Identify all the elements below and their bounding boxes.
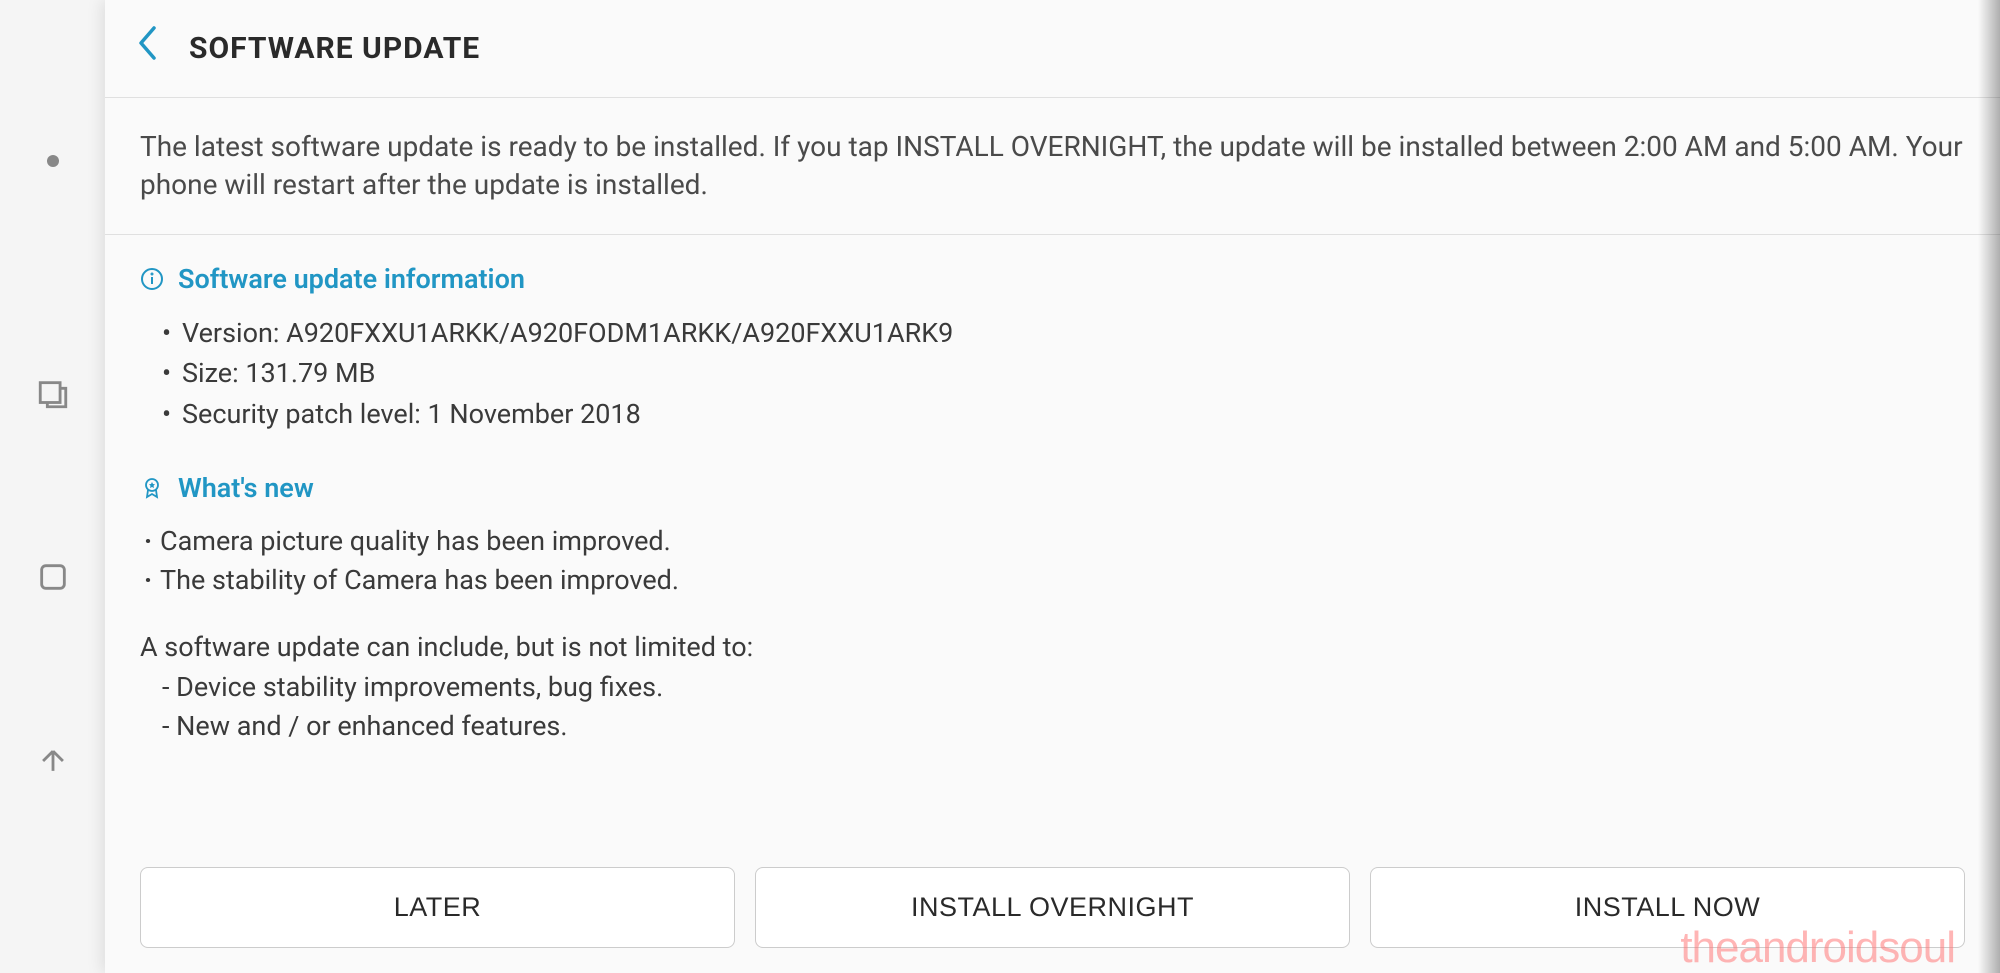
button-row: LATER INSTALL OVERNIGHT INSTALL NOW xyxy=(105,849,2000,973)
nav-back-button[interactable] xyxy=(16,724,90,798)
footnote-lead: A software update can include, but is no… xyxy=(140,628,1965,667)
whatsnew-item: Camera picture quality has been improved… xyxy=(140,522,1965,561)
info-section-header: Software update information xyxy=(140,263,1965,295)
nav-dot-icon xyxy=(47,155,59,167)
info-security: Security patch level: 1 November 2018 xyxy=(162,394,1965,435)
whatsnew-section-header: What's new xyxy=(140,472,1965,504)
header: SOFTWARE UPDATE xyxy=(105,0,2000,98)
info-icon xyxy=(140,267,164,291)
content-area: The latest software update is ready to b… xyxy=(105,98,2000,849)
install-overnight-button[interactable]: INSTALL OVERNIGHT xyxy=(755,867,1350,948)
whatsnew-item: The stability of Camera has been improve… xyxy=(140,561,1965,600)
footnote-item: - New and / or enhanced features. xyxy=(140,707,1965,746)
info-version: Version: A920FXXU1ARKK/A920FODM1ARKK/A92… xyxy=(162,313,1965,354)
nav-home-button[interactable] xyxy=(16,540,90,614)
badge-icon xyxy=(140,476,164,500)
nav-recent-button[interactable] xyxy=(16,357,90,431)
install-now-button[interactable]: INSTALL NOW xyxy=(1370,867,1965,948)
info-section-title: Software update information xyxy=(178,263,525,295)
info-section: Software update information Version: A92… xyxy=(105,235,2000,435)
footnote-item: - Device stability improvements, bug fix… xyxy=(140,668,1965,707)
system-nav-bar xyxy=(0,0,105,973)
intro-text: The latest software update is ready to b… xyxy=(105,98,2000,235)
whatsnew-section-title: What's new xyxy=(178,472,314,504)
later-button[interactable]: LATER xyxy=(140,867,735,948)
back-icon[interactable] xyxy=(135,24,159,73)
footnote: A software update can include, but is no… xyxy=(105,600,2000,745)
main-panel: SOFTWARE UPDATE The latest software upda… xyxy=(105,0,2000,973)
info-size: Size: 131.79 MB xyxy=(162,353,1965,394)
whatsnew-section: What's new Camera picture quality has be… xyxy=(105,444,2000,600)
page-title: SOFTWARE UPDATE xyxy=(189,31,480,66)
